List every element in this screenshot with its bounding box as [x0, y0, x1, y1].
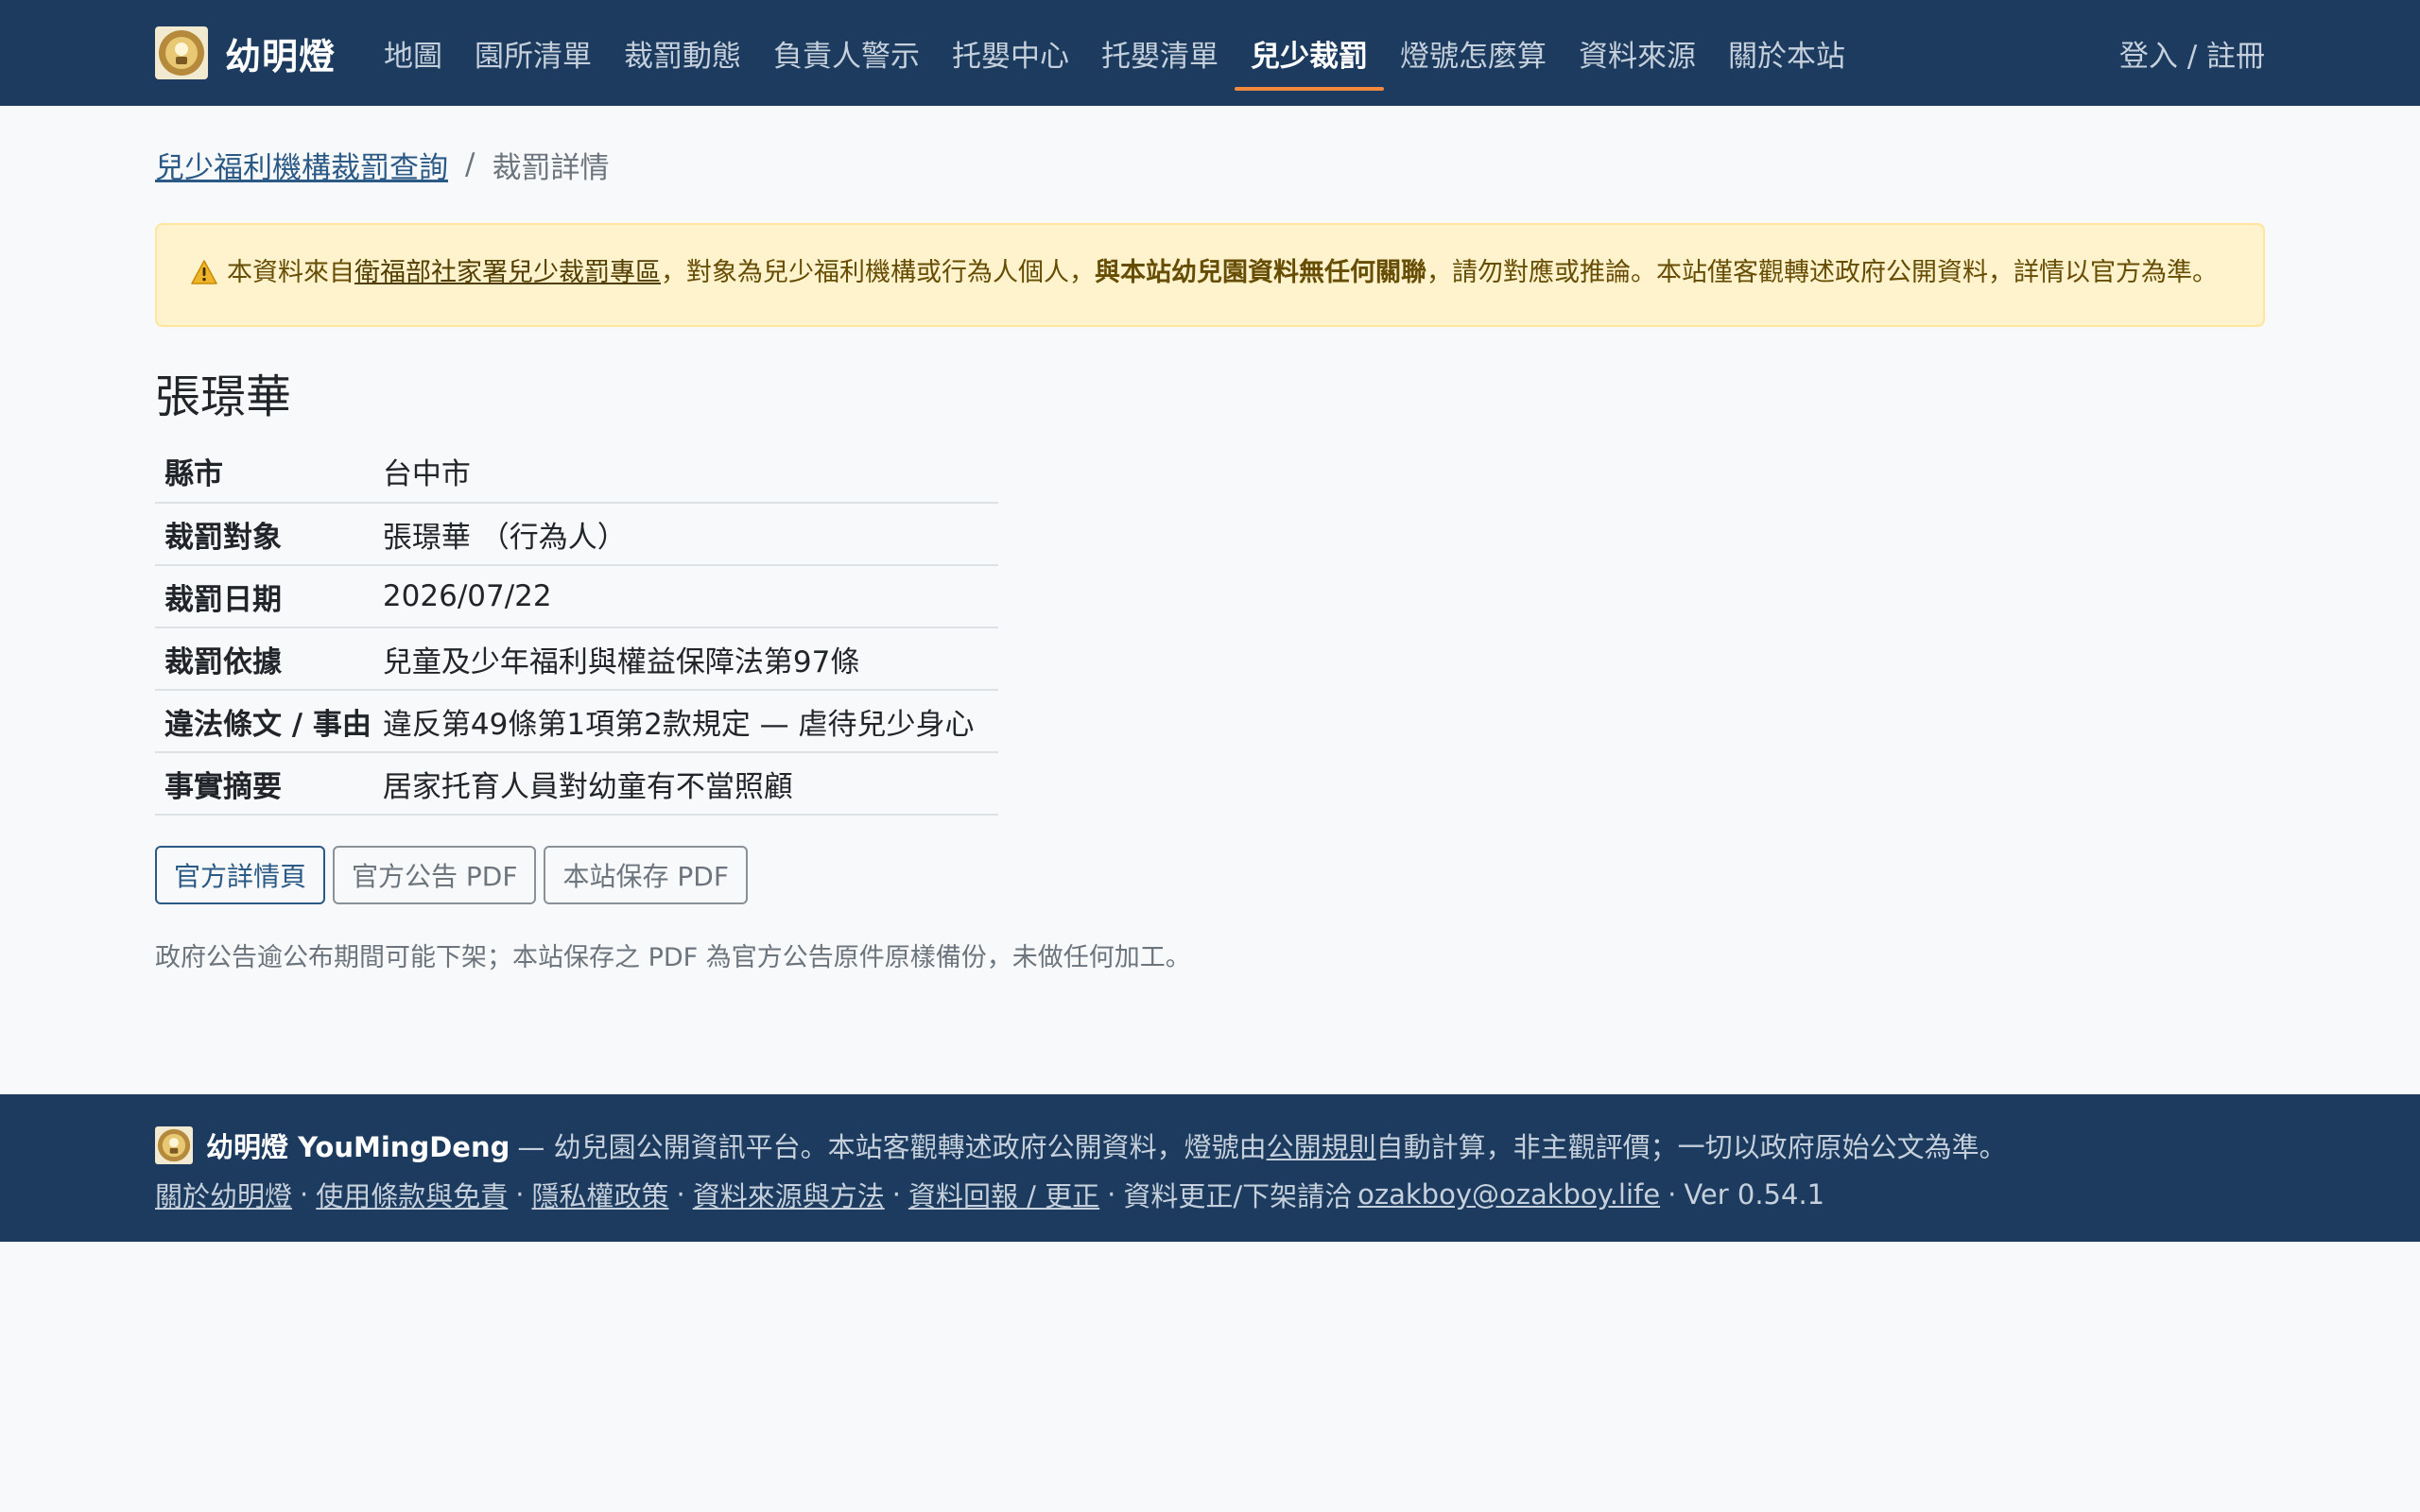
official-pdf-button[interactable]: 官方公告 PDF	[333, 846, 537, 904]
nav-item-kindergarten-list[interactable]: 園所清單	[458, 0, 608, 106]
nav-item-child-penalties[interactable]: 兒少裁罰	[1235, 0, 1385, 106]
row-value-county: 台中市	[382, 457, 471, 491]
row-value-date: 2026/07/22	[382, 579, 552, 613]
table-row: 裁罰對象 張璟華 （行為人）	[155, 503, 998, 565]
footer-brand: 幼明燈 YouMingDeng	[206, 1131, 510, 1163]
footer-rules-link[interactable]: 公開規則	[1267, 1125, 1376, 1165]
row-label-date: 裁罰日期	[164, 582, 282, 617]
alert-suffix: ，請勿對應或推論。本站僅客觀轉述政府公開資料，詳情以官方為準。	[1426, 258, 2218, 287]
official-detail-button[interactable]: 官方詳情頁	[155, 846, 326, 904]
nav-menu: 地圖 園所清單 裁罰動態 負責人警示 托嬰中心 托嬰清單 兒少裁罰 燈號怎麼算 …	[368, 0, 1861, 106]
breadcrumb-parent-link[interactable]: 兒少福利機構裁罰查詢	[155, 144, 448, 186]
footer-version: Ver 0.54.1	[1684, 1178, 1825, 1211]
penalty-detail-table: 縣市 台中市 裁罰對象 張璟華 （行為人） 裁罰日期 2026/07/22 裁罰…	[155, 440, 998, 816]
row-label-violation: 違法條文 / 事由	[164, 707, 372, 742]
nav-item-penalty-news[interactable]: 裁罰動態	[608, 0, 757, 106]
footer-separator: ·	[300, 1178, 309, 1211]
data-source-disclaimer: 本資料來自衛福部社家署兒少裁罰專區，對象為兒少福利機構或行為人個人，與本站幼兒園…	[155, 223, 2265, 327]
row-label-target: 裁罰對象	[164, 520, 282, 555]
alert-source-link[interactable]: 衛福部社家署兒少裁罰專區	[354, 258, 661, 287]
footer-tagline-suffix: 自動計算，非主觀評價；一切以政府原始公文為準。	[1375, 1131, 2007, 1163]
brand-name: 幼明燈	[225, 35, 337, 77]
action-buttons: 官方詳情頁 官方公告 PDF 本站保存 PDF	[155, 846, 2265, 904]
footer-separator: ·	[1107, 1178, 1116, 1211]
nav-item-map[interactable]: 地圖	[368, 0, 458, 106]
main-content: 兒少福利機構裁罰查詢 / 裁罰詳情 本資料來自衛福部社家署兒少裁罰專區，對象為兒…	[0, 106, 2420, 973]
row-value-basis: 兒童及少年福利與權益保障法第97條	[382, 644, 860, 679]
lamp-logo-icon	[155, 1126, 193, 1164]
footer-link-methods[interactable]: 資料來源與方法	[693, 1175, 885, 1214]
archive-note: 政府公告逾公布期間可能下架；本站保存之 PDF 為官方公告原件原樣備份，未做任何…	[155, 943, 1191, 972]
row-label-county: 縣市	[164, 457, 223, 491]
row-value-violation: 違反第49條第1項第2款規定 — 虐待兒少身心	[382, 707, 975, 742]
lamp-logo-icon	[155, 26, 208, 79]
table-row: 違法條文 / 事由 違反第49條第1項第2款規定 — 虐待兒少身心	[155, 690, 998, 752]
breadcrumb: 兒少福利機構裁罰查詢 / 裁罰詳情	[155, 106, 2265, 187]
nav-item-infant-centers[interactable]: 托嬰中心	[936, 0, 1085, 106]
person-name-heading: 張璟華	[155, 370, 292, 423]
footer-separator: ·	[515, 1178, 525, 1211]
top-navbar: 幼明燈 地圖 園所清單 裁罰動態 負責人警示 托嬰中心 托嬰清單 兒少裁罰 燈號…	[0, 0, 2420, 106]
breadcrumb-current: 裁罰詳情	[492, 150, 610, 185]
brand-link[interactable]: 幼明燈	[155, 26, 336, 79]
nav-item-data-sources[interactable]: 資料來源	[1563, 0, 1712, 106]
table-row: 縣市 台中市	[155, 440, 998, 503]
nav-item-owner-alerts[interactable]: 負責人警示	[757, 0, 936, 106]
footer-email-link[interactable]: ozakboy@ozakboy.life	[1357, 1178, 1660, 1211]
row-label-summary: 事實摘要	[164, 769, 282, 804]
nav-item-about[interactable]: 關於本站	[1712, 0, 1861, 106]
footer-link-report[interactable]: 資料回報 / 更正	[908, 1175, 1099, 1214]
alert-prefix: 本資料來自	[227, 258, 354, 287]
footer-link-terms[interactable]: 使用條款與免責	[316, 1175, 508, 1214]
footer-contact-prefix: 資料更正/下架請洽	[1123, 1180, 1353, 1212]
site-footer: 幼明燈 YouMingDeng — 幼兒園公開資訊平台。本站客觀轉述政府公開資料…	[0, 1094, 2420, 1242]
table-row: 事實摘要 居家托育人員對幼童有不當照顧	[155, 752, 998, 815]
nav-item-infant-list[interactable]: 托嬰清單	[1085, 0, 1235, 106]
footer-tagline: 幼明燈 YouMingDeng — 幼兒園公開資訊平台。本站客觀轉述政府公開資料…	[155, 1125, 2265, 1166]
footer-separator: ·	[1668, 1178, 1677, 1211]
footer-separator: ·	[891, 1178, 901, 1211]
footer-tagline-prefix: — 幼兒園公開資訊平台。本站客觀轉述政府公開資料，燈號由	[517, 1131, 1267, 1163]
alert-middle: ，對象為兒少福利機構或行為人個人，	[661, 258, 1095, 287]
table-row: 裁罰依據 兒童及少年福利與權益保障法第97條	[155, 627, 998, 690]
footer-link-privacy[interactable]: 隱私權政策	[531, 1175, 668, 1214]
footer-link-about[interactable]: 關於幼明燈	[155, 1175, 292, 1214]
nav-item-light-rules[interactable]: 燈號怎麼算	[1384, 0, 1563, 106]
alert-bold-notice: 與本站幼兒園資料無任何關聯	[1095, 258, 1426, 287]
breadcrumb-separator: /	[465, 147, 475, 181]
row-label-basis: 裁罰依據	[164, 644, 282, 679]
saved-pdf-button[interactable]: 本站保存 PDF	[544, 846, 748, 904]
login-register-link[interactable]: 登入 / 註冊	[2119, 32, 2265, 75]
footer-separator: ·	[676, 1178, 685, 1211]
footer-links: 關於幼明燈 · 使用條款與免責 · 隱私權政策 · 資料來源與方法 · 資料回報…	[155, 1174, 2265, 1215]
row-value-target: 張璟華 （行為人）	[382, 520, 627, 555]
table-row: 裁罰日期 2026/07/22	[155, 565, 998, 627]
row-value-summary: 居家托育人員對幼童有不當照顧	[382, 769, 793, 804]
warning-triangle-icon	[191, 257, 217, 297]
